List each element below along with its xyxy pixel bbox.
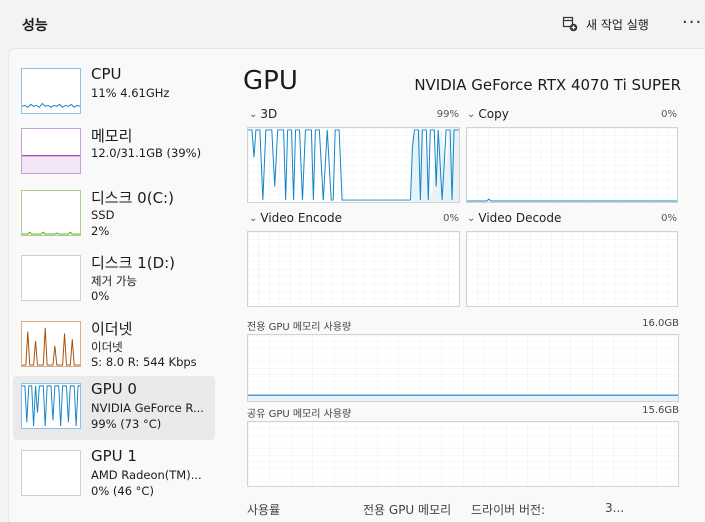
new-task-icon [562,16,578,32]
shared-memory-label: 공유 GPU 메모리 사용량 [247,409,352,420]
sidebar-item-label: CPU [91,65,122,83]
new-task-label: 새 작업 실행 [586,17,649,32]
gpu-title: GPU [243,66,298,96]
sidebar-item-cpu[interactable]: CPU 11% 4.61GHz [13,61,215,125]
sidebar-item-label: 이더넷 [91,320,133,338]
sidebar-item-label: 디스크 1(D:) [91,254,176,272]
sidebar-item-gpu-1[interactable]: GPU 1 AMD Radeon(TM)... 0% (46 °C) [13,443,215,507]
sidebar-item-usage: 0% (46 °C) [91,484,154,498]
engine-label: Copy [478,107,509,121]
engine-percent: 0% [661,109,677,120]
memory-graph-icon [21,128,81,174]
engine-selector-video-decode[interactable]: ⌄ Video Decode [467,211,561,225]
sidebar-item-usage: 0% [91,289,110,303]
engine-percent: 99% [436,109,459,120]
sidebar-item-detail: NVIDIA GeForce R... [91,401,204,415]
ethernet-graph-icon [21,321,81,367]
stat-dedicated-memory-label: 전용 GPU 메모리 [363,503,452,517]
sidebar-item-disk-0[interactable]: 디스크 0(C:) SSD 2% [13,183,215,247]
sidebar-item-detail: SSD [91,208,115,222]
gpu-graph-icon [21,383,81,429]
disk-graph-icon [21,255,81,301]
sidebar-item-usage: 2% [91,224,110,238]
sidebar-item-usage: 99% (73 °C) [91,417,162,431]
engine-selector-3d[interactable]: ⌄ 3D [249,107,277,121]
dedicated-memory-graph [247,334,679,402]
sidebar-item-detail: AMD Radeon(TM)... [91,468,202,482]
shared-memory-graph [247,421,679,487]
dedicated-memory-label: 전용 GPU 메모리 사용량 [247,322,352,333]
sidebar-item-label: GPU 1 [91,447,137,465]
sidebar-item-ethernet[interactable]: 이더넷 이더넷 S: 8.0 R: 544 Kbps [13,314,215,378]
engine-label: 3D [260,107,278,121]
dedicated-memory-value: 16.0GB [642,318,679,329]
chevron-down-icon: ⌄ [249,212,258,224]
engine-percent: 0% [661,213,677,224]
new-task-button[interactable]: 새 작업 실행 [562,10,649,38]
shared-memory-value: 15.6GB [642,405,679,416]
sidebar-item-detail: 이더넷 [91,340,123,354]
sidebar-item-disk-1[interactable]: 디스크 1(D:) 제거 가능 0% [13,248,215,312]
chevron-down-icon: ⌄ [467,108,476,120]
chevron-down-icon: ⌄ [249,108,258,120]
sidebar-item-label: GPU 0 [91,380,137,398]
stat-driver-version-value: 3... [605,501,625,515]
sidebar-item-detail: 11% 4.61GHz [91,86,170,100]
engine-graph-3d [247,127,460,203]
engine-graph-video-encode [247,231,460,307]
sidebar-item-usage: S: 8.0 R: 544 Kbps [91,355,197,369]
more-options-button[interactable]: ··· [682,12,702,33]
disk-graph-icon [21,190,81,236]
stat-driver-version-label: 드라이버 버전: [471,503,546,517]
engine-selector-copy[interactable]: ⌄ Copy [467,107,509,121]
stat-utilization-label: 사용률 [247,503,281,517]
gpu-model-name: NVIDIA GeForce RTX 4070 Ti SUPER [414,76,681,94]
gpu-graph-icon [21,450,81,496]
page-title: 성능 [22,18,48,34]
performance-panel: CPU 11% 4.61GHz 메모리 12.0/31.1GB (39%) 디스… [8,48,705,522]
chevron-down-icon: ⌄ [467,212,476,224]
sidebar-item-label: 디스크 0(C:) [91,189,174,207]
engine-selector-video-encode[interactable]: ⌄ Video Encode [249,211,342,225]
cpu-graph-icon [21,68,81,114]
engine-label: Video Encode [260,211,342,225]
sidebar-item-label: 메모리 [91,127,133,145]
engine-graph-video-decode [466,231,678,307]
sidebar-item-detail: 12.0/31.1GB (39%) [91,146,202,160]
engine-percent: 0% [443,213,459,224]
sidebar-item-memory[interactable]: 메모리 12.0/31.1GB (39%) [13,121,215,185]
engine-graph-copy [466,127,678,203]
engine-label: Video Decode [478,211,562,225]
sidebar-item-gpu-0[interactable]: GPU 0 NVIDIA GeForce R... 99% (73 °C) [13,376,215,440]
sidebar-item-detail: 제거 가능 [91,274,137,288]
title-bar: 성능 새 작업 실행 ··· [0,0,705,48]
